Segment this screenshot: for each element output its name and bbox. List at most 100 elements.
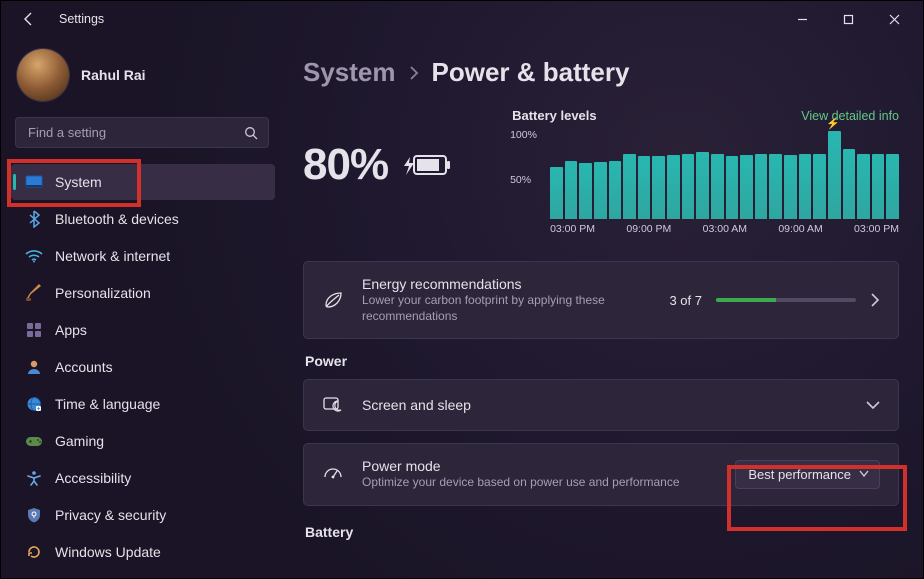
bar bbox=[872, 154, 885, 219]
bar bbox=[696, 152, 709, 219]
charging-battery-icon bbox=[402, 151, 452, 179]
power-mode-card[interactable]: Power mode Optimize your device based on… bbox=[303, 443, 899, 506]
bar bbox=[579, 163, 592, 219]
bar: ⚡ bbox=[828, 131, 841, 219]
bar bbox=[623, 154, 636, 219]
update-icon bbox=[25, 543, 43, 561]
bar bbox=[813, 154, 826, 219]
screen-sleep-title: Screen and sleep bbox=[362, 397, 848, 413]
bar bbox=[667, 155, 680, 219]
power-mode-icon bbox=[322, 463, 344, 485]
search-input[interactable] bbox=[26, 124, 230, 141]
bar bbox=[565, 161, 578, 219]
profile-name: Rahul Rai bbox=[81, 67, 146, 83]
sidebar-item-gamepad[interactable]: Gaming bbox=[11, 423, 275, 459]
sidebar-item-brush[interactable]: Personalization bbox=[11, 275, 275, 311]
search-box[interactable] bbox=[15, 117, 269, 148]
bluetooth-icon bbox=[25, 210, 43, 228]
bar bbox=[652, 156, 665, 219]
gamepad-icon bbox=[25, 432, 43, 450]
sidebar-item-system[interactable]: System bbox=[11, 164, 275, 200]
x-tick: 09:00 PM bbox=[626, 223, 671, 235]
bar bbox=[857, 154, 870, 219]
energy-title: Energy recommendations bbox=[362, 276, 651, 292]
sidebar-item-bluetooth[interactable]: Bluetooth & devices bbox=[11, 201, 275, 237]
bar bbox=[799, 154, 812, 219]
sidebar-item-label: Accessibility bbox=[55, 470, 131, 486]
screen-sleep-icon bbox=[322, 394, 344, 416]
globe-icon bbox=[25, 395, 43, 413]
energy-count: 3 of 7 bbox=[669, 293, 702, 308]
search-icon bbox=[244, 126, 258, 140]
bar bbox=[843, 149, 856, 219]
energy-recommendations-card[interactable]: Energy recommendations Lower your carbon… bbox=[303, 261, 899, 339]
breadcrumb-parent[interactable]: System bbox=[303, 57, 396, 88]
sidebar-item-label: Bluetooth & devices bbox=[55, 211, 179, 227]
system-icon bbox=[25, 173, 43, 191]
sidebar-item-accessibility[interactable]: Accessibility bbox=[11, 460, 275, 496]
apps-icon bbox=[25, 321, 43, 339]
bar bbox=[740, 155, 753, 219]
sidebar-item-label: Apps bbox=[55, 322, 87, 338]
sidebar-item-person[interactable]: Accounts bbox=[11, 349, 275, 385]
battery-percent: 80% bbox=[303, 140, 388, 190]
power-mode-value: Best performance bbox=[748, 467, 851, 482]
bar bbox=[755, 154, 768, 219]
bar bbox=[682, 154, 695, 219]
power-mode-title: Power mode bbox=[362, 458, 717, 474]
accessibility-icon bbox=[25, 469, 43, 487]
power-mode-dropdown[interactable]: Best performance bbox=[735, 460, 880, 489]
x-tick: 03:00 AM bbox=[703, 223, 747, 235]
sidebar-item-label: Accounts bbox=[55, 359, 113, 375]
sidebar-item-wifi[interactable]: Network & internet bbox=[11, 238, 275, 274]
wifi-icon bbox=[25, 247, 43, 265]
profile-block[interactable]: Rahul Rai bbox=[11, 45, 275, 107]
leaf-icon bbox=[322, 289, 344, 311]
x-tick: 09:00 AM bbox=[778, 223, 822, 235]
bar bbox=[726, 156, 739, 219]
chevron-down-icon bbox=[859, 470, 869, 478]
bar bbox=[784, 155, 797, 219]
breadcrumb-current: Power & battery bbox=[432, 57, 630, 88]
energy-progress bbox=[716, 298, 856, 302]
bar bbox=[594, 162, 607, 219]
bar bbox=[886, 154, 899, 219]
sidebar-item-label: Gaming bbox=[55, 433, 104, 449]
bar bbox=[769, 154, 782, 219]
sidebar-item-label: Network & internet bbox=[55, 248, 170, 264]
chevron-right-icon bbox=[408, 66, 420, 80]
sidebar-item-label: Privacy & security bbox=[55, 507, 166, 523]
sidebar-item-update[interactable]: Windows Update bbox=[11, 534, 275, 570]
view-detailed-info-link[interactable]: View detailed info bbox=[801, 109, 899, 123]
bar bbox=[638, 156, 651, 219]
bar bbox=[550, 167, 563, 219]
breadcrumb: System Power & battery bbox=[303, 57, 899, 88]
window-title: Settings bbox=[59, 12, 104, 26]
person-icon bbox=[25, 358, 43, 376]
back-button[interactable] bbox=[17, 7, 41, 31]
chevron-down-icon bbox=[866, 400, 880, 410]
x-tick: 03:00 PM bbox=[550, 223, 595, 235]
screen-and-sleep-card[interactable]: Screen and sleep bbox=[303, 379, 899, 431]
sidebar-item-label: System bbox=[55, 174, 102, 190]
bar bbox=[609, 161, 622, 219]
energy-sub: Lower your carbon footprint by applying … bbox=[362, 293, 651, 324]
sidebar-item-apps[interactable]: Apps bbox=[11, 312, 275, 348]
chevron-right-icon bbox=[870, 293, 880, 307]
sidebar-item-label: Time & language bbox=[55, 396, 160, 412]
sidebar-item-globe[interactable]: Time & language bbox=[11, 386, 275, 422]
minimize-button[interactable] bbox=[779, 3, 825, 35]
sidebar-item-shield[interactable]: Privacy & security bbox=[11, 497, 275, 533]
close-button[interactable] bbox=[871, 3, 917, 35]
x-tick: 03:00 PM bbox=[854, 223, 899, 235]
battery-chart: 100% 50% ⚡ bbox=[512, 129, 899, 219]
sidebar-item-label: Personalization bbox=[55, 285, 151, 301]
brush-icon bbox=[25, 284, 43, 302]
maximize-button[interactable] bbox=[825, 3, 871, 35]
section-power: Power bbox=[305, 353, 899, 369]
shield-icon bbox=[25, 506, 43, 524]
battery-chart-title: Battery levels bbox=[512, 108, 597, 123]
avatar bbox=[17, 49, 69, 101]
section-battery: Battery bbox=[305, 524, 899, 540]
bolt-icon: ⚡ bbox=[826, 117, 840, 130]
